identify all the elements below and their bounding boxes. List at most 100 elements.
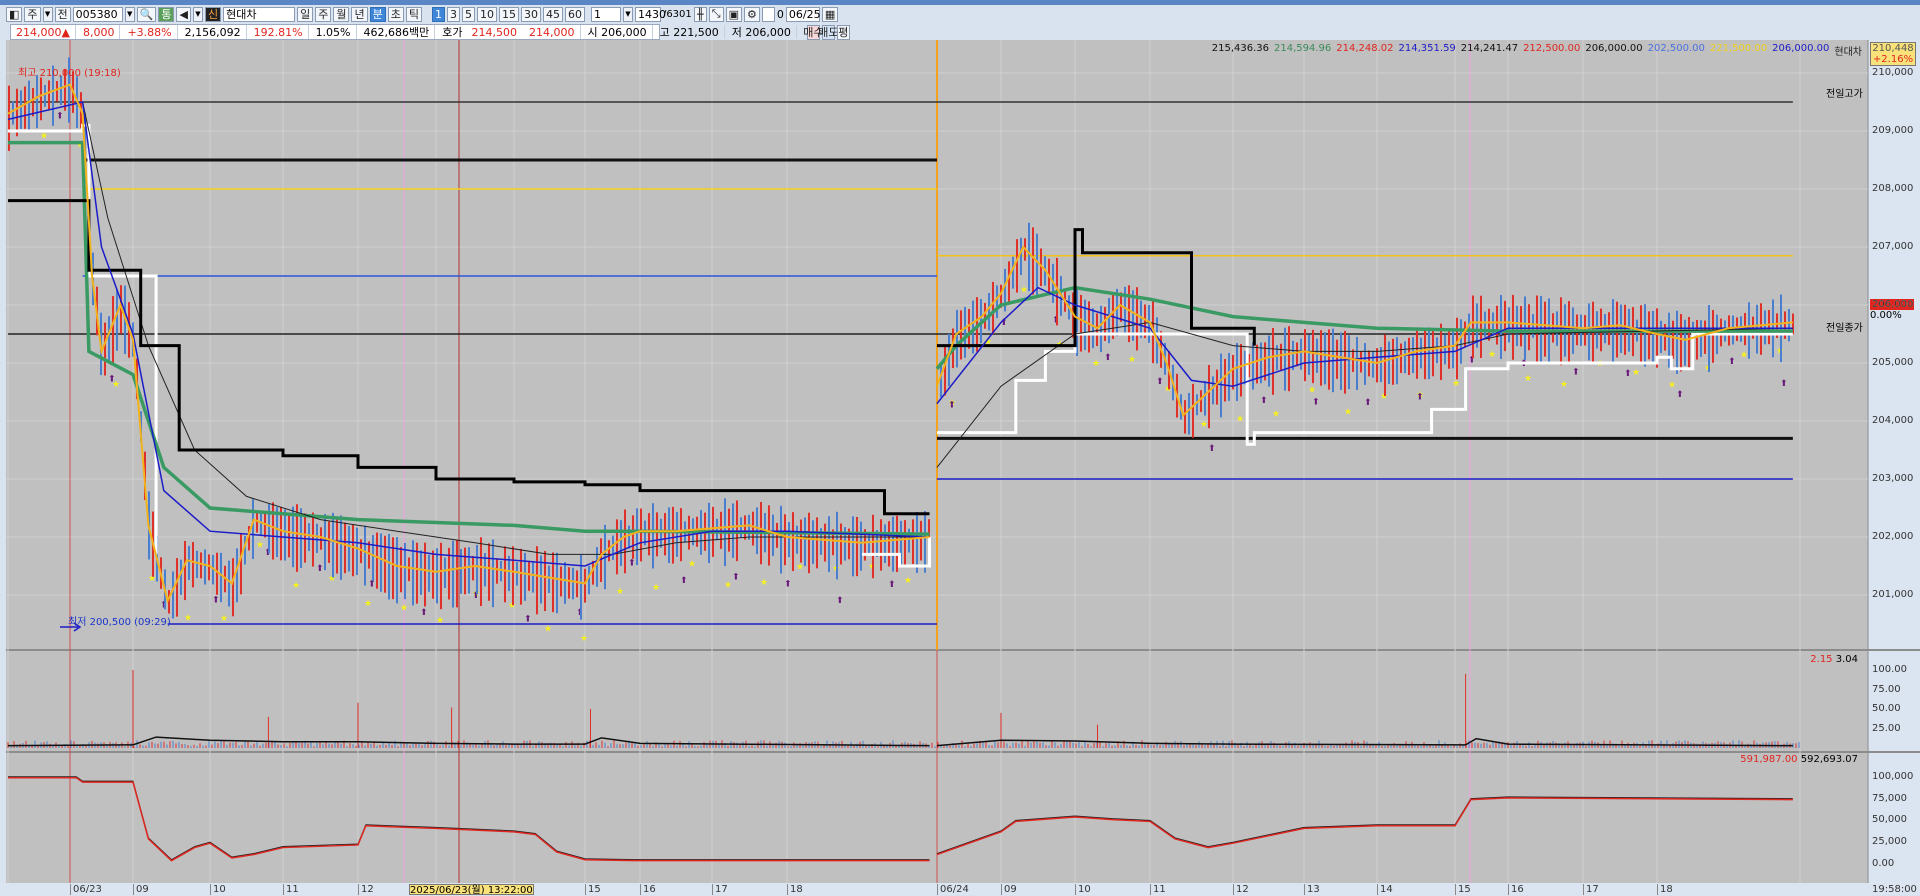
price-bar [1452,329,1454,369]
signal-star-icon: ★ [400,604,408,614]
price-bar [792,512,794,572]
price-bar [1700,320,1702,357]
signal-arrow-icon: ⬆ [680,576,688,586]
price-bar [920,520,922,561]
price-bar [828,516,830,573]
price-bar [584,568,586,603]
signal-arrow-icon: ⬆ [212,596,220,606]
price-bar [1220,353,1222,418]
current-value-pct: +2.16% [1872,54,1914,65]
price-bar [624,509,626,574]
price-bar [412,540,414,606]
price-bar [652,503,654,569]
signal-arrow-icon: ⬆ [1676,390,1684,400]
osc-legend-b: 592,693.07 [1800,754,1858,765]
price-bar [204,549,206,585]
price-bar [516,562,518,586]
price-bar [492,539,494,608]
signal-star-icon: ★ [1524,374,1532,384]
price-bar [636,508,638,566]
price-bar [1208,365,1210,429]
signal-arrow-icon: ⬆ [160,600,168,610]
price-bar [1364,342,1366,385]
price-bar [1080,294,1082,352]
price-bar [496,558,498,584]
price-bar [1376,348,1378,383]
signal-arrow-icon: ⬆ [1468,355,1476,365]
price-bar [1696,320,1698,360]
price-bar [1532,314,1534,338]
signal-arrow-icon: ⬆ [1364,398,1372,408]
price-bar [1640,305,1642,364]
price-bar [1280,343,1282,371]
price-bar [948,333,950,387]
price-bar [1328,329,1330,390]
price-bar [328,521,330,563]
signal-star-icon: ★ [1092,359,1100,369]
price-bar [1512,294,1514,360]
price-bar [1192,383,1194,438]
price-bar [1400,343,1402,373]
time-axis-label: 15 [585,884,601,895]
osc-legend: 591,987.00 592,693.07 [1740,754,1858,765]
signal-star-icon: ★ [220,614,228,624]
price-bar [468,547,470,594]
price-chart[interactable]: ★⬆★⬆★★⬆★⬆★★⬆★⬆★★⬆★⬆★★⬆★⬆★⬆★★⬆★⬆★★⬆★⬆★★⬆★… [0,0,1920,895]
price-bar [544,550,546,612]
price-bar [1196,394,1198,416]
price-bar [392,537,394,600]
volume-axis-label: 25.00 [1872,722,1901,734]
price-bar [1508,307,1510,343]
price-bar [112,296,114,366]
price-bar [324,514,326,571]
signal-arrow-icon: ⬆ [576,608,584,618]
price-bar [1360,351,1362,373]
price-bar [660,518,662,548]
price-bar [572,567,574,600]
price-bar [1096,313,1098,347]
price-bar [1288,326,1290,392]
price-bar [812,520,814,564]
volume-axis-label: 50.00 [1872,703,1901,714]
signal-arrow-icon: ⬆ [472,591,480,601]
price-axis-label: 210,000 [1872,67,1914,78]
price-bar [1340,332,1342,391]
price-bar [512,546,514,606]
price-axis-label: 203,000 [1872,473,1914,484]
price-bar [1356,336,1358,391]
price-bar [260,511,262,537]
price-bar [776,522,778,548]
price-bar [208,554,210,581]
time-axis-label: 09 [1001,884,1017,895]
price-bar [372,535,374,582]
price-bar [576,570,578,598]
price-bar [1336,339,1338,379]
price-bar [1404,341,1406,374]
price-bar [528,561,530,591]
price-bar [252,499,254,560]
signal-arrow-icon: ⬆ [836,596,844,606]
price-bar [668,507,670,563]
signal-arrow-icon: ⬆ [316,564,324,574]
price-bar [1660,320,1662,353]
price-bar [1644,304,1646,367]
prev-close-label: 전일종가 [1826,323,1863,334]
price-bar [104,322,106,376]
price-bar [340,515,342,580]
price-bar [176,558,178,617]
price-bar [872,514,874,579]
price-bar [1396,337,1398,385]
price-bar [480,537,482,607]
price-bar [408,557,410,582]
legend-value: 215,436.36 [1211,43,1269,54]
signal-arrow-icon: ⬆ [948,401,956,411]
signal-star-icon: ★ [1128,355,1136,365]
price-bar [116,289,118,351]
price-bar [40,77,42,121]
price-bar [228,560,230,607]
price-bar [924,511,926,573]
price-bar [616,519,618,575]
price-bar [440,542,442,610]
price-bar [648,513,650,556]
price-bar [1204,381,1206,416]
